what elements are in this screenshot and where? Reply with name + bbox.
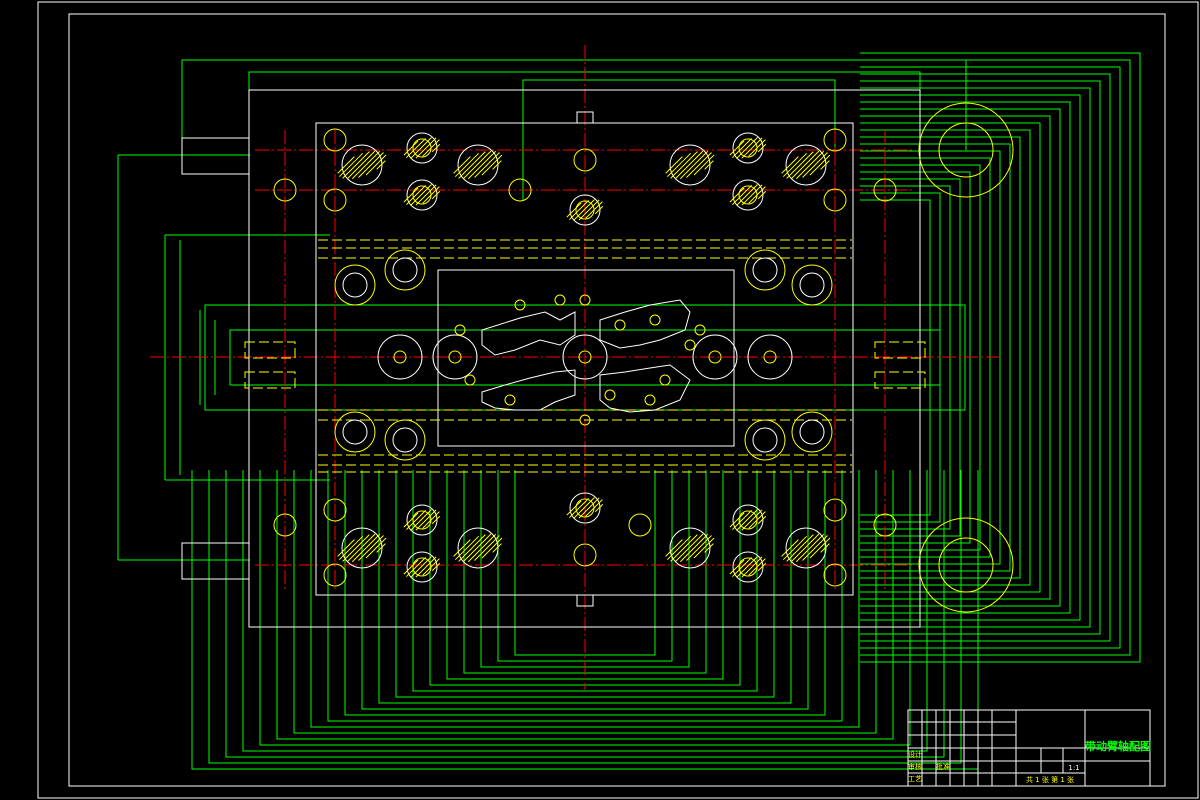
hole — [659, 374, 671, 386]
hole — [781, 527, 831, 569]
hole — [604, 389, 616, 401]
hole — [384, 419, 426, 461]
hole — [628, 513, 652, 537]
hole — [665, 144, 715, 186]
hole — [453, 144, 503, 186]
hole — [334, 264, 376, 306]
hole — [644, 394, 656, 406]
hole — [392, 257, 418, 283]
hole — [799, 272, 825, 298]
hole — [791, 264, 833, 306]
hole — [403, 551, 441, 583]
hole — [403, 179, 441, 211]
hole — [665, 527, 715, 569]
hole — [744, 249, 786, 291]
cad-drawing-canvas: 带动臂轴配图 1:1 共 1 张 第 1 张 设计 审核 工艺 批准 — [37, 1, 1199, 799]
hole — [729, 132, 767, 164]
scale-label: 1:1 — [1068, 764, 1079, 772]
hole — [684, 339, 696, 351]
hole — [403, 132, 441, 164]
hole — [504, 394, 516, 406]
hole — [342, 272, 368, 298]
hole — [392, 427, 418, 453]
sign-label-review: 审核 — [908, 762, 922, 771]
hole — [729, 179, 767, 211]
hole — [453, 527, 503, 569]
hole — [614, 319, 626, 331]
hole — [334, 411, 376, 453]
hole — [554, 294, 566, 306]
sheet-info: 共 1 张 第 1 张 — [1026, 775, 1074, 784]
hole — [403, 504, 441, 536]
hole — [337, 144, 387, 186]
drawing-title: 带动臂轴配图 — [1085, 739, 1151, 753]
hole — [342, 419, 368, 445]
hidden-slot — [244, 371, 296, 389]
hole — [744, 419, 786, 461]
hole — [799, 419, 825, 445]
hole — [781, 144, 831, 186]
sign-label-process: 工艺 — [908, 775, 922, 783]
hole — [752, 427, 778, 453]
hole — [729, 504, 767, 536]
hidden-slot — [244, 341, 296, 359]
hole — [464, 374, 476, 386]
clamp-slot-top-left — [181, 137, 250, 175]
sign-label-approve: 批准 — [936, 762, 950, 771]
hidden-slot — [874, 371, 926, 389]
hole — [649, 314, 661, 326]
sign-label-design: 设计 — [908, 750, 922, 759]
hole — [384, 249, 426, 291]
hole — [729, 551, 767, 583]
hole — [752, 257, 778, 283]
dim-line-top — [181, 59, 967, 150]
hole — [791, 411, 833, 453]
hidden-slot — [874, 341, 926, 359]
dimension-lines — [117, 52, 1141, 770]
